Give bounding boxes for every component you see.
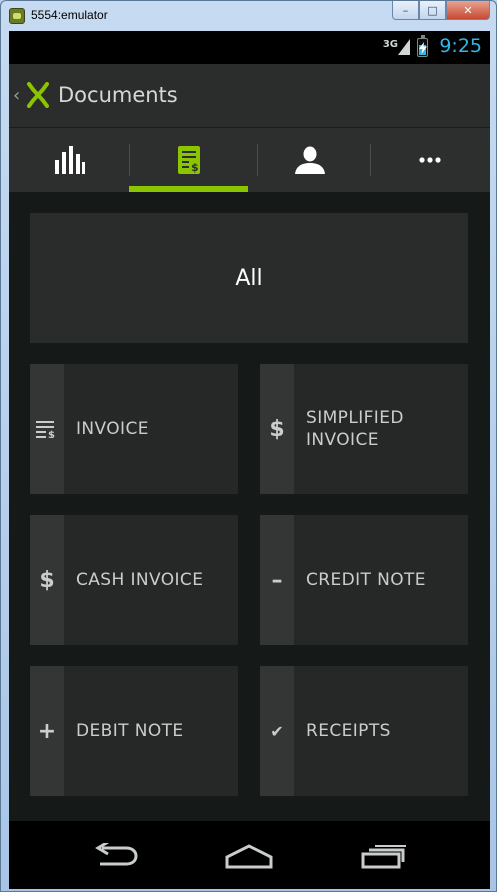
minus-icon: –: [271, 567, 283, 593]
tab-documents[interactable]: $: [129, 128, 249, 192]
tile-label: SIMPLIFIED INVOICE: [306, 408, 404, 450]
tile-label: DEBIT NOTE: [76, 721, 184, 741]
minimize-button[interactable]: –: [392, 1, 419, 20]
tile-cash-invoice[interactable]: $ CASH INVOICE: [30, 515, 238, 645]
recent-apps-button[interactable]: [353, 839, 413, 873]
plus-icon: +: [37, 718, 57, 744]
emulator-app-icon: [9, 8, 25, 24]
back-arrow-icon: [95, 843, 138, 866]
charging-bolt-icon: [419, 42, 427, 54]
bar-chart-icon: [55, 146, 85, 174]
window-titlebar[interactable]: 5554:emulator – □ ✕: [1, 1, 496, 31]
maximize-button[interactable]: □: [419, 1, 446, 20]
invoice-icon: $: [178, 146, 200, 174]
android-screen: 3G 9:25 ‹ Documents $ All $ INVOICE $ SI…: [9, 31, 490, 889]
person-icon: [295, 146, 325, 174]
tile-label: CREDIT NOTE: [306, 570, 426, 590]
tile-debit-note[interactable]: + DEBIT NOTE: [30, 666, 238, 796]
tab-contacts[interactable]: [250, 128, 370, 192]
tile-label: INVOICE: [76, 419, 149, 439]
check-icon: ✔: [270, 721, 284, 741]
tile-icon-strip: $: [30, 515, 64, 645]
emulator-window: 5554:emulator – □ ✕ 3G 9:25 ‹ Documents …: [0, 0, 497, 892]
network-type: 3G: [382, 39, 398, 50]
action-bar: ‹ Documents: [9, 64, 490, 128]
battery-icon: [417, 35, 428, 57]
dollar-icon: $: [39, 567, 55, 593]
close-button[interactable]: ✕: [446, 1, 490, 20]
window-controls: – □ ✕: [392, 1, 490, 21]
tile-receipts[interactable]: ✔ RECEIPTS: [260, 666, 468, 796]
up-navigation-icon[interactable]: ‹: [13, 85, 20, 106]
tile-invoice[interactable]: $ INVOICE: [30, 364, 238, 494]
tab-more[interactable]: [370, 128, 490, 192]
tile-icon-strip: $: [260, 364, 294, 494]
tile-icon-strip: +: [30, 666, 64, 796]
app-logo-icon[interactable]: [27, 82, 49, 108]
tile-label: RECEIPTS: [306, 721, 391, 741]
signal-icon: [398, 39, 410, 55]
recent-apps-icon: [361, 845, 406, 869]
document-types-grid: All $ INVOICE $ SIMPLIFIED INVOICE $ CAS…: [9, 192, 490, 821]
home-icon: [225, 844, 273, 869]
svg-text:$: $: [191, 161, 199, 174]
status-time: 9:25: [439, 35, 482, 57]
tile-icon-strip: –: [260, 515, 294, 645]
tile-credit-note[interactable]: – CREDIT NOTE: [260, 515, 468, 645]
svg-text:$: $: [48, 430, 55, 438]
page-title: Documents: [58, 83, 178, 107]
home-button[interactable]: [219, 839, 279, 873]
tile-all[interactable]: All: [30, 213, 468, 343]
tab-bar: $: [9, 128, 490, 192]
system-navigation-bar: [9, 821, 490, 889]
tile-label: CASH INVOICE: [76, 570, 204, 590]
more-icon: [419, 157, 441, 163]
tab-stats[interactable]: [9, 128, 129, 192]
tile-icon-strip: $: [30, 364, 64, 494]
tile-icon-strip: ✔: [260, 666, 294, 796]
dollar-icon: $: [269, 416, 285, 442]
status-bar: 3G 9:25: [9, 31, 490, 64]
tile-all-label: All: [235, 265, 263, 291]
tile-simplified-invoice[interactable]: $ SIMPLIFIED INVOICE: [260, 364, 468, 494]
back-button[interactable]: [85, 839, 145, 873]
window-title: 5554:emulator: [31, 8, 108, 22]
list-dollar-icon: $: [36, 421, 55, 438]
